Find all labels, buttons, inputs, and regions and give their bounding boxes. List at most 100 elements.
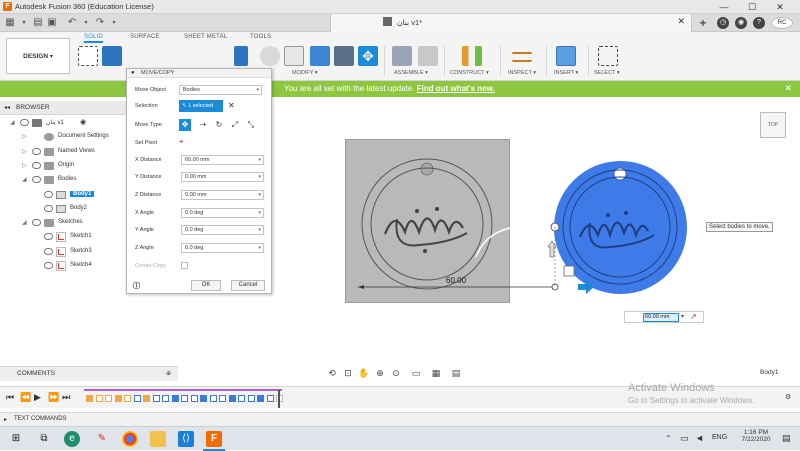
timeline-feature-icon[interactable] (257, 395, 264, 402)
show-hidden-icons[interactable]: ⌃ (665, 434, 672, 443)
network-icon[interactable]: ▭ (680, 433, 689, 444)
new-tab-icon[interactable]: + (697, 17, 709, 29)
viewports-icon[interactable]: ▤ (450, 367, 462, 379)
chevron-down-icon[interactable]: ▾ (681, 313, 684, 320)
timeline-feature-icon[interactable] (219, 395, 226, 402)
point-to-point-icon[interactable]: ⤢ (229, 119, 241, 131)
help-icon[interactable]: ? (753, 17, 765, 29)
tab-surface[interactable]: SURFACE (130, 34, 160, 40)
timeline-feature-icon[interactable] (105, 395, 112, 402)
timeline-settings-icon[interactable]: ⚙ (785, 393, 791, 401)
pan-icon[interactable]: ✋ (358, 367, 370, 379)
shell-icon[interactable] (334, 46, 354, 66)
move-object-select[interactable]: Bodies ▾ (179, 85, 262, 95)
workspace-switcher[interactable]: DESIGN ▾ (6, 38, 70, 74)
user-avatar[interactable]: RC (771, 17, 793, 29)
x-angle-input[interactable]: 0.0 deg ▾ (181, 208, 264, 218)
timeline-feature-icon[interactable] (152, 395, 160, 402)
set-pivot-icon[interactable]: ⌖ (179, 137, 184, 147)
canvas-distance-input[interactable]: 60.00 mm (643, 313, 679, 322)
timeline-feature-icon[interactable] (124, 395, 131, 402)
close-tab-icon[interactable]: ✕ (677, 16, 685, 27)
task-view-icon[interactable]: ⧉ (36, 431, 52, 447)
zoom-icon[interactable]: ⊕ (374, 367, 386, 379)
notifications-icon[interactable]: ◉ (735, 17, 747, 29)
assemble-group-label[interactable]: ASSEMBLE ▾ (394, 70, 428, 76)
extrude-icon[interactable] (102, 46, 122, 66)
fillet-icon[interactable] (260, 46, 280, 66)
tab-tools[interactable]: TOOLS (250, 34, 271, 40)
windows-start-icon[interactable]: ⊞ (8, 431, 24, 447)
timeline-marker[interactable] (278, 390, 280, 408)
timeline-feature-icon[interactable] (181, 395, 188, 402)
edge-icon[interactable]: e (64, 431, 80, 447)
insert-image-icon[interactable] (556, 46, 576, 66)
play-icon[interactable]: ▶ (34, 392, 41, 403)
z-distance-input[interactable]: 0.00 mm ▾ (181, 190, 264, 200)
timeline-feature-icon[interactable] (228, 395, 236, 402)
new-component-icon[interactable] (392, 46, 412, 66)
modify-group-label[interactable]: MODIFY ▾ (292, 70, 318, 76)
cancel-button[interactable]: Cancel (231, 280, 265, 291)
move-manipulator[interactable] (340, 215, 620, 305)
info-icon[interactable]: ⓘ (133, 281, 140, 291)
joint-icon[interactable] (418, 46, 438, 66)
chevron-down-icon[interactable]: ▾ (80, 17, 92, 29)
clear-selection-icon[interactable]: ✕ (228, 101, 235, 110)
move-copy-icon[interactable]: ✥ (358, 46, 378, 66)
inspect-group-label[interactable]: INSPECT ▾ (508, 70, 536, 76)
measure-icon[interactable] (512, 52, 532, 62)
select-group-label[interactable]: SELECT ▾ (594, 70, 620, 76)
go-to-end-icon[interactable]: ⏭ (62, 392, 70, 403)
step-forward-icon[interactable]: ⏩ (48, 392, 59, 403)
chevron-down-icon[interactable]: ▾ (108, 17, 120, 29)
dialog-collapse-icon[interactable]: ● (131, 70, 135, 76)
construct-group-label[interactable]: CONSTRUCT ▾ (450, 70, 489, 76)
timeline-feature-icon[interactable] (171, 395, 179, 402)
chrome-icon[interactable] (122, 431, 138, 447)
job-status-icon[interactable]: ◷ (717, 17, 729, 29)
timeline-feature-icon[interactable] (95, 395, 103, 402)
look-at-icon[interactable]: ⊡ (342, 367, 354, 379)
timeline-feature-icon[interactable] (114, 395, 122, 402)
expand-icon[interactable]: ▸ (4, 416, 7, 423)
chevron-down-icon[interactable]: ▾ (18, 17, 30, 29)
save-icon[interactable]: ▣ (46, 17, 58, 29)
selection-button[interactable]: ↖ 1 selected (179, 100, 223, 112)
redo-icon[interactable]: ↷ (94, 17, 106, 29)
timeline-feature-icon[interactable] (143, 395, 150, 402)
point-to-position-icon[interactable]: ⤡ (245, 119, 257, 131)
text-commands-panel[interactable]: ▸ TEXT COMMANDS (0, 412, 800, 426)
ok-button[interactable]: OK (191, 280, 221, 291)
fusion-taskbar-icon[interactable]: F (206, 431, 222, 447)
language-indicator[interactable]: ENG (712, 434, 727, 441)
rotate-icon[interactable]: ↻ (213, 119, 225, 131)
clock[interactable]: 1:16 PM 7/22/2020 (736, 429, 776, 443)
vscode-icon[interactable]: ⟨⟩ (178, 431, 194, 447)
x-distance-input[interactable]: 60.00 mm ▾ (181, 155, 264, 165)
file-icon[interactable]: ▤ (32, 17, 44, 29)
select-icon[interactable] (598, 46, 618, 66)
press-pull-icon[interactable] (234, 46, 248, 66)
combine-icon[interactable] (310, 46, 330, 66)
minimize-button[interactable]: — (712, 1, 736, 13)
free-move-icon[interactable]: ✥ (179, 119, 191, 131)
pivot-icon[interactable]: ↗ (690, 312, 697, 321)
timeline-feature-icon[interactable] (266, 395, 274, 402)
document-tab[interactable]: بنان v1* ✕ (330, 14, 692, 32)
timeline-feature-icon[interactable] (247, 395, 255, 402)
go-to-start-icon[interactable]: ⏮ (6, 392, 14, 403)
file-explorer-icon[interactable] (150, 431, 166, 447)
fit-icon[interactable]: ⊙ (390, 367, 402, 379)
add-comment-icon[interactable]: ⊕ (166, 370, 171, 377)
offset-plane-icon[interactable] (462, 46, 482, 66)
create-copy-checkbox[interactable] (181, 262, 188, 269)
volume-icon[interactable]: ◄ (695, 433, 704, 443)
timeline-feature-icon[interactable] (200, 395, 207, 402)
grid-icon[interactable]: ▦ (430, 367, 442, 379)
close-banner-icon[interactable]: ✕ (784, 83, 792, 94)
timeline-feature-icon[interactable] (190, 395, 198, 402)
timeline-feature-icon[interactable] (209, 395, 217, 402)
y-angle-input[interactable]: 0.0 deg ▾ (181, 225, 264, 235)
tab-solid[interactable]: SOLID (84, 34, 104, 43)
